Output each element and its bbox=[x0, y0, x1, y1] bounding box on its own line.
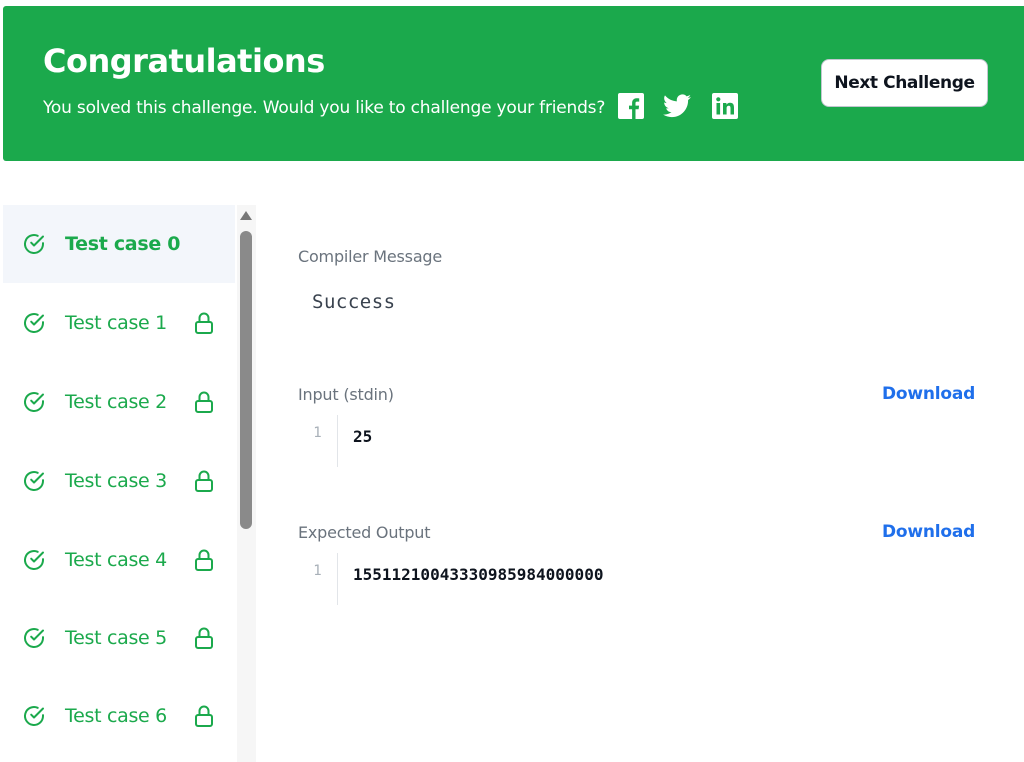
input-label: Input (stdin) bbox=[298, 385, 394, 404]
compiler-message-label: Compiler Message bbox=[298, 247, 443, 266]
check-circle-icon bbox=[24, 550, 44, 570]
lock-icon bbox=[195, 549, 213, 571]
test-case-label: Test case 2 bbox=[65, 391, 167, 413]
linkedin-icon[interactable] bbox=[711, 92, 739, 120]
line-number: 1 bbox=[298, 415, 338, 467]
check-circle-icon bbox=[24, 392, 44, 412]
lock-icon bbox=[195, 391, 213, 413]
test-case-label: Test case 3 bbox=[65, 470, 167, 492]
scrollbar-thumb[interactable] bbox=[240, 231, 252, 529]
lock-icon bbox=[195, 705, 213, 727]
output-value: 15511210043330985984000000 bbox=[353, 565, 604, 584]
test-case-label: Test case 0 bbox=[65, 233, 181, 255]
test-case-item-1[interactable]: Test case 1 bbox=[3, 284, 235, 362]
test-case-item-4[interactable]: Test case 4 bbox=[3, 521, 235, 599]
test-case-list: Test case 0 Test case 1 Test case 2 Test… bbox=[3, 205, 235, 762]
line-number: 1 bbox=[298, 553, 338, 605]
lock-icon bbox=[195, 627, 213, 649]
test-case-label: Test case 6 bbox=[65, 705, 167, 727]
input-value: 25 bbox=[353, 427, 373, 446]
check-circle-icon bbox=[24, 313, 44, 333]
test-case-label: Test case 1 bbox=[65, 312, 167, 334]
test-case-item-0[interactable]: Test case 0 bbox=[3, 205, 235, 283]
banner-subtitle: You solved this challenge. Would you lik… bbox=[43, 98, 606, 118]
lock-icon bbox=[195, 312, 213, 334]
test-case-item-6[interactable]: Test case 6 bbox=[3, 677, 235, 755]
sidebar-scrollbar[interactable] bbox=[237, 205, 256, 762]
check-circle-icon bbox=[24, 706, 44, 726]
check-circle-icon bbox=[24, 628, 44, 648]
check-circle-icon bbox=[24, 471, 44, 491]
twitter-icon[interactable] bbox=[663, 92, 691, 120]
scroll-up-arrow-icon[interactable] bbox=[240, 211, 252, 220]
banner-title: Congratulations bbox=[43, 42, 325, 80]
output-code-line: 1 15511210043330985984000000 bbox=[298, 553, 978, 605]
test-case-label: Test case 5 bbox=[65, 627, 167, 649]
next-challenge-button[interactable]: Next Challenge bbox=[821, 59, 988, 107]
input-code-line: 1 25 bbox=[298, 415, 978, 467]
expected-output-label: Expected Output bbox=[298, 523, 431, 542]
output-download-link[interactable]: Download bbox=[882, 522, 975, 542]
test-case-label: Test case 4 bbox=[65, 549, 167, 571]
check-circle-icon bbox=[24, 234, 44, 254]
test-case-item-3[interactable]: Test case 3 bbox=[3, 442, 235, 520]
lock-icon bbox=[195, 470, 213, 492]
test-case-item-2[interactable]: Test case 2 bbox=[3, 363, 235, 441]
input-download-link[interactable]: Download bbox=[882, 384, 975, 404]
facebook-icon[interactable] bbox=[617, 92, 645, 120]
test-case-item-5[interactable]: Test case 5 bbox=[3, 599, 235, 677]
compiler-message-value: Success bbox=[312, 291, 396, 313]
congratulations-banner: Congratulations You solved this challeng… bbox=[3, 6, 1024, 161]
